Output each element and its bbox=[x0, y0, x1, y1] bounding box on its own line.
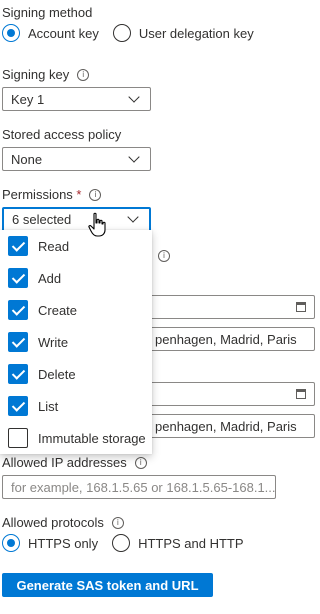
permission-option-delete[interactable]: Delete bbox=[0, 358, 152, 390]
radio-selected-icon[interactable] bbox=[2, 24, 20, 42]
chevron-down-icon bbox=[127, 211, 139, 223]
signing-key-value: Key 1 bbox=[11, 91, 45, 107]
permissions-menu: Read Add Create Write Delete List Immuta… bbox=[0, 230, 152, 454]
permission-option-label: Create bbox=[38, 302, 78, 318]
protocol-https-and-http-label: HTTPS and HTTP bbox=[138, 535, 244, 551]
signing-method-account-key-option[interactable]: Account key bbox=[2, 24, 99, 42]
info-icon[interactable]: i bbox=[77, 68, 90, 81]
permissions-label: Permissions bbox=[2, 187, 73, 202]
stored-access-policy-label: Stored access policy bbox=[2, 127, 122, 142]
signing-method-label: Signing method bbox=[2, 5, 93, 20]
allowed-protocols-label-row: Allowed protocols i bbox=[2, 515, 124, 530]
radio-unselected-icon[interactable] bbox=[112, 24, 131, 42]
allowed-ip-label: Allowed IP addresses bbox=[2, 455, 127, 470]
checkbox-checked-icon[interactable] bbox=[8, 236, 28, 256]
info-icon[interactable]: i bbox=[111, 516, 124, 529]
allowed-ip-label-row: Allowed IP addresses i bbox=[2, 455, 147, 470]
checkbox-checked-icon[interactable] bbox=[8, 300, 28, 320]
stored-access-policy-value: None bbox=[11, 151, 43, 167]
info-icon[interactable]: i bbox=[134, 456, 147, 469]
signing-key-dropdown[interactable]: Key 1 bbox=[2, 87, 151, 111]
protocol-https-only-option[interactable]: HTTPS only bbox=[2, 534, 98, 552]
checkbox-checked-icon[interactable] bbox=[8, 364, 28, 384]
chevron-down-icon bbox=[128, 90, 140, 103]
permission-option-create[interactable]: Create bbox=[0, 294, 152, 326]
permission-option-label: Delete bbox=[38, 366, 76, 382]
permission-option-label: Add bbox=[38, 270, 62, 286]
checkbox-unchecked-icon[interactable] bbox=[8, 428, 28, 448]
permission-option-label: List bbox=[38, 398, 59, 414]
calendar-icon[interactable] bbox=[296, 389, 306, 399]
allowed-protocols-radio-group: HTTPS only HTTPS and HTTP bbox=[2, 534, 244, 552]
checkbox-checked-icon[interactable] bbox=[8, 268, 28, 288]
signing-method-account-key-label: Account key bbox=[28, 25, 99, 41]
signing-key-label-row: Signing key i bbox=[2, 67, 90, 82]
permission-option-label: Immutable storage bbox=[38, 430, 146, 446]
signing-key-label: Signing key bbox=[2, 67, 70, 82]
radio-selected-icon[interactable] bbox=[2, 534, 20, 552]
permission-option-label: Read bbox=[38, 238, 70, 254]
permission-option-read[interactable]: Read bbox=[0, 230, 152, 262]
permissions-dropdown[interactable]: 6 selected bbox=[2, 207, 151, 232]
checkbox-checked-icon[interactable] bbox=[8, 396, 28, 416]
stored-access-policy-dropdown[interactable]: None bbox=[2, 147, 151, 171]
allowed-protocols-label: Allowed protocols bbox=[2, 515, 104, 530]
expiry-timezone-value: penhagen, Madrid, Paris bbox=[155, 418, 297, 434]
allowed-ip-input[interactable]: for example, 168.1.5.65 or 168.1.5.65-16… bbox=[2, 475, 276, 499]
start-timezone-value: penhagen, Madrid, Paris bbox=[155, 331, 297, 347]
permission-option-write[interactable]: Write bbox=[0, 326, 152, 358]
protocol-https-and-http-option[interactable]: HTTPS and HTTP bbox=[112, 534, 244, 552]
start-time-info-icon-wrap: i bbox=[158, 248, 170, 263]
checkbox-checked-icon[interactable] bbox=[8, 332, 28, 352]
allowed-ip-placeholder: for example, 168.1.5.65 or 168.1.5.65-16… bbox=[11, 479, 276, 495]
permission-option-add[interactable]: Add bbox=[0, 262, 152, 294]
info-icon[interactable]: i bbox=[158, 249, 170, 262]
radio-unselected-icon[interactable] bbox=[112, 534, 131, 552]
info-icon[interactable]: i bbox=[89, 188, 102, 201]
protocol-https-only-label: HTTPS only bbox=[28, 535, 99, 551]
chevron-down-icon bbox=[128, 150, 140, 163]
signing-method-radio-group: Account key User delegation key bbox=[2, 24, 254, 42]
signing-method-user-delegation-label: User delegation key bbox=[138, 25, 254, 41]
hand-pointer-cursor-icon bbox=[88, 212, 108, 241]
permissions-label-row: Permissions * i bbox=[2, 187, 102, 202]
calendar-icon[interactable] bbox=[296, 302, 306, 312]
generate-sas-button[interactable]: Generate SAS token and URL bbox=[2, 573, 213, 597]
permission-option-label: Write bbox=[38, 334, 69, 350]
signing-method-user-delegation-option[interactable]: User delegation key bbox=[112, 24, 254, 42]
required-marker: * bbox=[76, 187, 82, 202]
permissions-value: 6 selected bbox=[12, 212, 72, 227]
permission-option-immutable-storage[interactable]: Immutable storage bbox=[0, 422, 152, 454]
permission-option-list[interactable]: List bbox=[0, 390, 152, 422]
